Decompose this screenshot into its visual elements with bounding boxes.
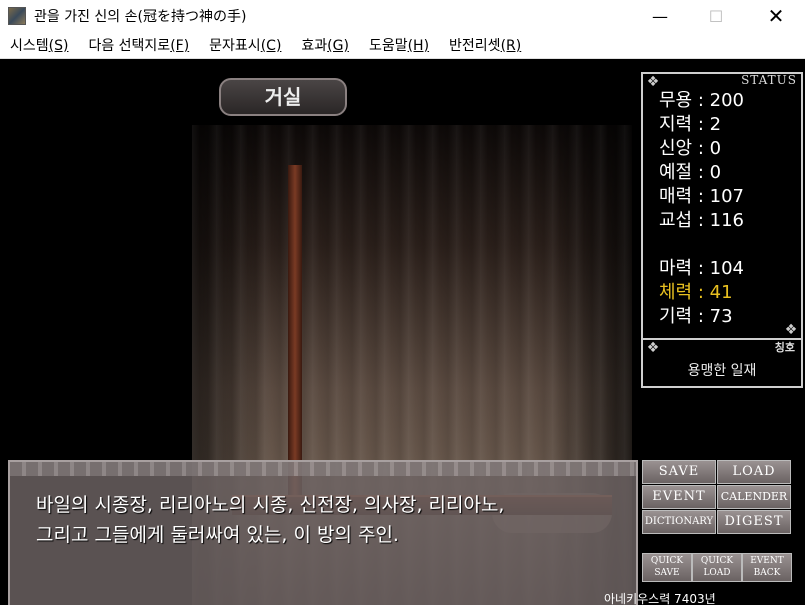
menu-effects[interactable]: 효과(G)	[291, 35, 359, 55]
event-button[interactable]: EVENT	[642, 485, 716, 509]
app-icon	[8, 7, 26, 25]
stat-etiquette: 예절 : 0	[659, 162, 722, 183]
knot-ornament-icon: ❖	[784, 322, 798, 338]
quick-load-button[interactable]: QUICK LOAD	[692, 553, 742, 582]
knot-ornament-icon: ❖	[646, 340, 660, 356]
epithet-label: 칭호	[774, 341, 795, 354]
load-button[interactable]: LOAD	[717, 460, 791, 484]
quick-save-button[interactable]: QUICK SAVE	[642, 553, 692, 582]
dialog-box[interactable]: 바일의 시종장, 리리아노의 시종, 신전장, 의사장, 리리아노, 그리고 그…	[8, 460, 638, 605]
stat-martial: 무용 : 200	[659, 90, 744, 111]
save-button[interactable]: SAVE	[642, 460, 716, 484]
status-title: STATUS	[741, 73, 797, 87]
calender-button[interactable]: CALENDER	[717, 485, 791, 509]
digest-button[interactable]: DIGEST	[717, 510, 791, 534]
calendar-year: 아네키우스력 7403년	[604, 592, 716, 605]
dialog-line-1: 바일의 시종장, 리리아노의 시종, 신전장, 의사장, 리리아노,	[36, 494, 505, 516]
status-panel: ❖ STATUS ❖ 무용 : 200 지력 : 2 신앙 : 0 예절 : 0…	[641, 72, 803, 340]
dialog-text: 바일의 시종장, 리리아노의 시종, 신전장, 의사장, 리리아노, 그리고 그…	[36, 490, 504, 550]
dialog-ornament	[10, 462, 636, 476]
dialog-line-2: 그리고 그들에게 둘러싸여 있는, 이 방의 주인.	[36, 524, 399, 546]
close-button[interactable]: ✕	[753, 0, 799, 32]
epithet-value: 용맹한 일재	[687, 363, 757, 379]
event-back-button[interactable]: EVENT BACK	[742, 553, 792, 582]
epithet-panel: ❖ 칭호 용맹한 일재	[641, 338, 803, 388]
menu-next-choice[interactable]: 다음 선택지로(F)	[78, 35, 199, 55]
stat-charm: 매력 : 107	[659, 186, 744, 207]
window-titlebar: 관을 가진 신의 손(冠を持つ神の手) — ☐ ✕	[0, 0, 805, 32]
dictionary-button[interactable]: DICTIONARY	[642, 510, 716, 534]
game-area[interactable]: 거실 ❖ STATUS ❖ 무용 : 200 지력 : 2 신앙 : 0 예절 …	[2, 60, 803, 605]
stat-magic: 마력 : 104	[659, 258, 744, 279]
stat-faith: 신앙 : 0	[659, 138, 722, 159]
stat-energy: 기력 : 73	[659, 306, 733, 327]
window-title: 관을 가진 신의 손(冠を持つ神の手)	[34, 9, 247, 25]
menu-bar: 시스템(S) 다음 선택지로(F) 문자표시(C) 효과(G) 도움말(H) 반…	[0, 32, 805, 59]
menu-system[interactable]: 시스템(S)	[0, 35, 78, 55]
location-label: 거실	[219, 78, 347, 116]
menu-reset[interactable]: 반전리셋(R)	[439, 35, 531, 55]
minimize-button[interactable]: —	[637, 0, 683, 32]
stat-negotiation: 교섭 : 116	[659, 210, 744, 231]
stat-intellect: 지력 : 2	[659, 114, 722, 135]
bedpost	[288, 165, 302, 495]
menu-help[interactable]: 도움말(H)	[359, 35, 439, 55]
maximize-button[interactable]: ☐	[693, 0, 739, 32]
menu-text-display[interactable]: 문자표시(C)	[199, 35, 291, 55]
stat-stamina: 체력 : 41	[659, 282, 733, 303]
